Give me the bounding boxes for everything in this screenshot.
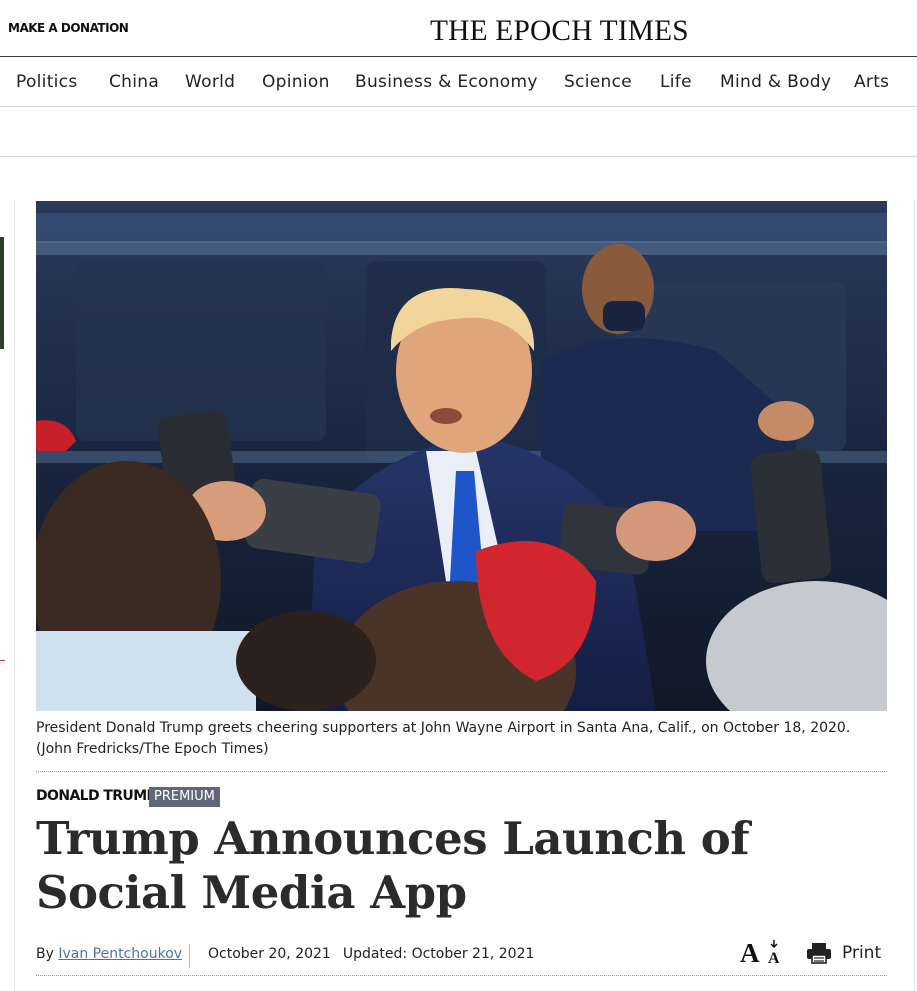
hero-photo <box>36 201 887 711</box>
nav-item-china[interactable]: China <box>109 72 159 92</box>
main-nav: Politics China World Opinion Business & … <box>0 58 917 107</box>
print-button[interactable]: Print <box>806 940 881 966</box>
content-frame-right <box>914 200 915 991</box>
nav-item-mind-body[interactable]: Mind & Body <box>720 72 831 92</box>
nav-item-politics[interactable]: Politics <box>16 72 78 92</box>
nav-item-science[interactable]: Science <box>564 72 632 92</box>
category-link[interactable]: DONALD TRUMP <box>36 788 157 804</box>
article-dates: October 20, 2021 Updated: October 21, 202… <box>208 946 534 962</box>
author-link[interactable]: Ivan Pentchoukov <box>58 946 182 962</box>
font-size-icon: A A <box>740 938 780 968</box>
side-marker <box>0 660 5 661</box>
svg-text:A: A <box>740 938 760 966</box>
caption-divider <box>36 771 887 772</box>
donate-link[interactable]: MAKE A DONATION <box>8 21 129 35</box>
printer-icon <box>807 943 831 964</box>
meta-divider <box>36 975 887 976</box>
secondary-nav-bar <box>0 107 917 157</box>
svg-text:A: A <box>768 950 780 966</box>
nav-item-life[interactable]: Life <box>660 72 692 92</box>
article-title: Trump Announces Launch of Social Media A… <box>36 812 750 919</box>
font-size-button[interactable]: A A <box>740 938 782 968</box>
published-date: October 20, 2021 <box>208 946 331 962</box>
site-logo[interactable]: THE EPOCH TIMES <box>430 14 689 48</box>
byline: By Ivan Pentchoukov <box>36 946 182 962</box>
nav-item-arts[interactable]: Arts <box>854 72 889 92</box>
byline-prefix: By <box>36 946 54 962</box>
premium-badge: PREMIUM <box>149 787 220 807</box>
byline-divider <box>189 944 190 968</box>
hero-image[interactable] <box>36 201 887 711</box>
side-ad-strip[interactable] <box>0 237 4 349</box>
nav-item-opinion[interactable]: Opinion <box>262 72 330 92</box>
print-label: Print <box>842 943 882 963</box>
site-header: MAKE A DONATION THE EPOCH TIMES <box>0 0 917 57</box>
content-frame-left <box>14 200 15 991</box>
nav-item-business-economy[interactable]: Business & Economy <box>355 72 538 92</box>
hero-caption: President Donald Trump greets cheering s… <box>36 720 851 757</box>
updated-date: Updated: October 21, 2021 <box>342 946 535 962</box>
nav-item-world[interactable]: World <box>185 72 235 92</box>
